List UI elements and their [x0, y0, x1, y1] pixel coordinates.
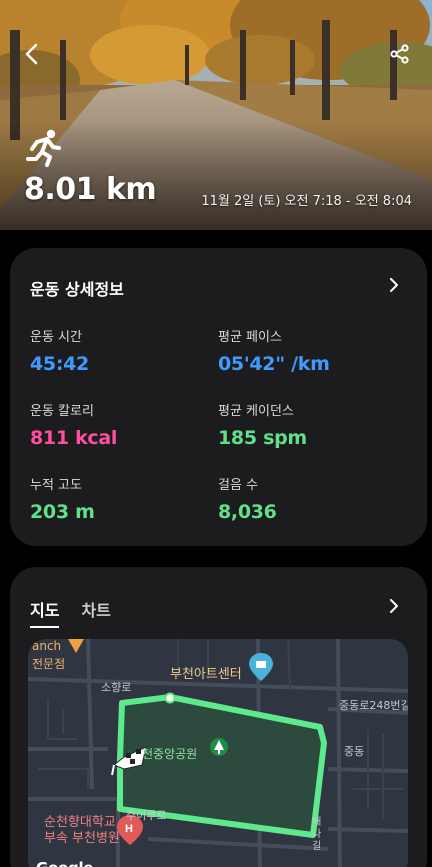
stat-value: 811 kcal — [30, 427, 118, 449]
distance-value: 8.01 km — [24, 172, 157, 207]
back-button[interactable] — [14, 36, 50, 72]
map-label: 주이루로 — [126, 809, 167, 822]
chevron-right-icon[interactable] — [387, 278, 401, 292]
stat-label: 걸음 수 — [218, 478, 259, 493]
chevron-left-icon — [25, 43, 38, 65]
svg-text:H: H — [125, 823, 133, 835]
map-label: 때 나 길 — [312, 817, 322, 852]
map-label: 중동로248번길 — [339, 699, 408, 712]
google-attribution: Google — [36, 859, 93, 867]
share-button[interactable] — [382, 36, 418, 72]
stat-label: 누적 고도 — [30, 478, 82, 493]
stat-value: 8,036 — [218, 501, 277, 523]
route-card: 지도 차트 H anch 전문점 부천아트센터 소향로 중동로248번길 천중앙… — [10, 567, 427, 867]
stat-value: 203 m — [30, 501, 95, 523]
stat-avg-cadence: 평균 케이던스 185 spm — [218, 400, 307, 449]
details-title: 운동 상세정보 — [30, 280, 124, 299]
map-label: 전문점 — [32, 657, 66, 671]
art-center-pin-icon — [249, 653, 273, 681]
tab-map[interactable]: 지도 — [30, 597, 60, 628]
stat-elevation-gain: 누적 고도 203 m — [30, 474, 95, 523]
route-map[interactable]: H anch 전문점 부천아트센터 소향로 중동로248번길 천중앙공원 중동 … — [28, 639, 408, 867]
stat-duration: 운동 시간 45:42 — [30, 326, 89, 375]
map-label: 천중앙공원 — [142, 747, 198, 761]
tab-chart[interactable]: 차트 — [81, 597, 110, 628]
map-label: 순천향대학교 부속 부천병원 — [44, 815, 120, 846]
map-label: anch — [32, 639, 62, 653]
stat-value: 45:42 — [30, 353, 89, 375]
stat-calories: 운동 칼로리 811 kcal — [30, 400, 117, 449]
workout-details-card[interactable]: 운동 상세정보 운동 시간 45:42 평균 페이스 05'42" /km 운동… — [10, 248, 427, 546]
stat-value: 05'42" /km — [218, 353, 330, 375]
stat-value: 185 spm — [218, 427, 307, 449]
map-label: 소향로 — [101, 681, 132, 694]
chevron-right-icon[interactable] — [387, 599, 401, 613]
stat-label: 평균 페이스 — [218, 330, 282, 345]
running-icon — [26, 129, 61, 167]
stat-label: 운동 칼로리 — [30, 404, 94, 419]
activity-hero: 8.01 km 11월 2일 (토) 오전 7:18 - 오전 8:04 — [0, 0, 432, 230]
park-icon — [210, 738, 228, 756]
stat-label: 운동 시간 — [30, 330, 82, 345]
stat-steps: 걸음 수 8,036 — [218, 474, 277, 523]
workout-time-range: 11월 2일 (토) 오전 7:18 - 오전 8:04 — [201, 194, 412, 209]
stat-avg-pace: 평균 페이스 05'42" /km — [218, 326, 330, 375]
route-tabs: 지도 차트 — [30, 597, 111, 628]
map-label: 중동 — [344, 745, 365, 758]
stat-label: 평균 케이던스 — [218, 404, 294, 419]
share-icon — [390, 44, 409, 64]
map-label: 부천아트센터 — [170, 667, 242, 682]
